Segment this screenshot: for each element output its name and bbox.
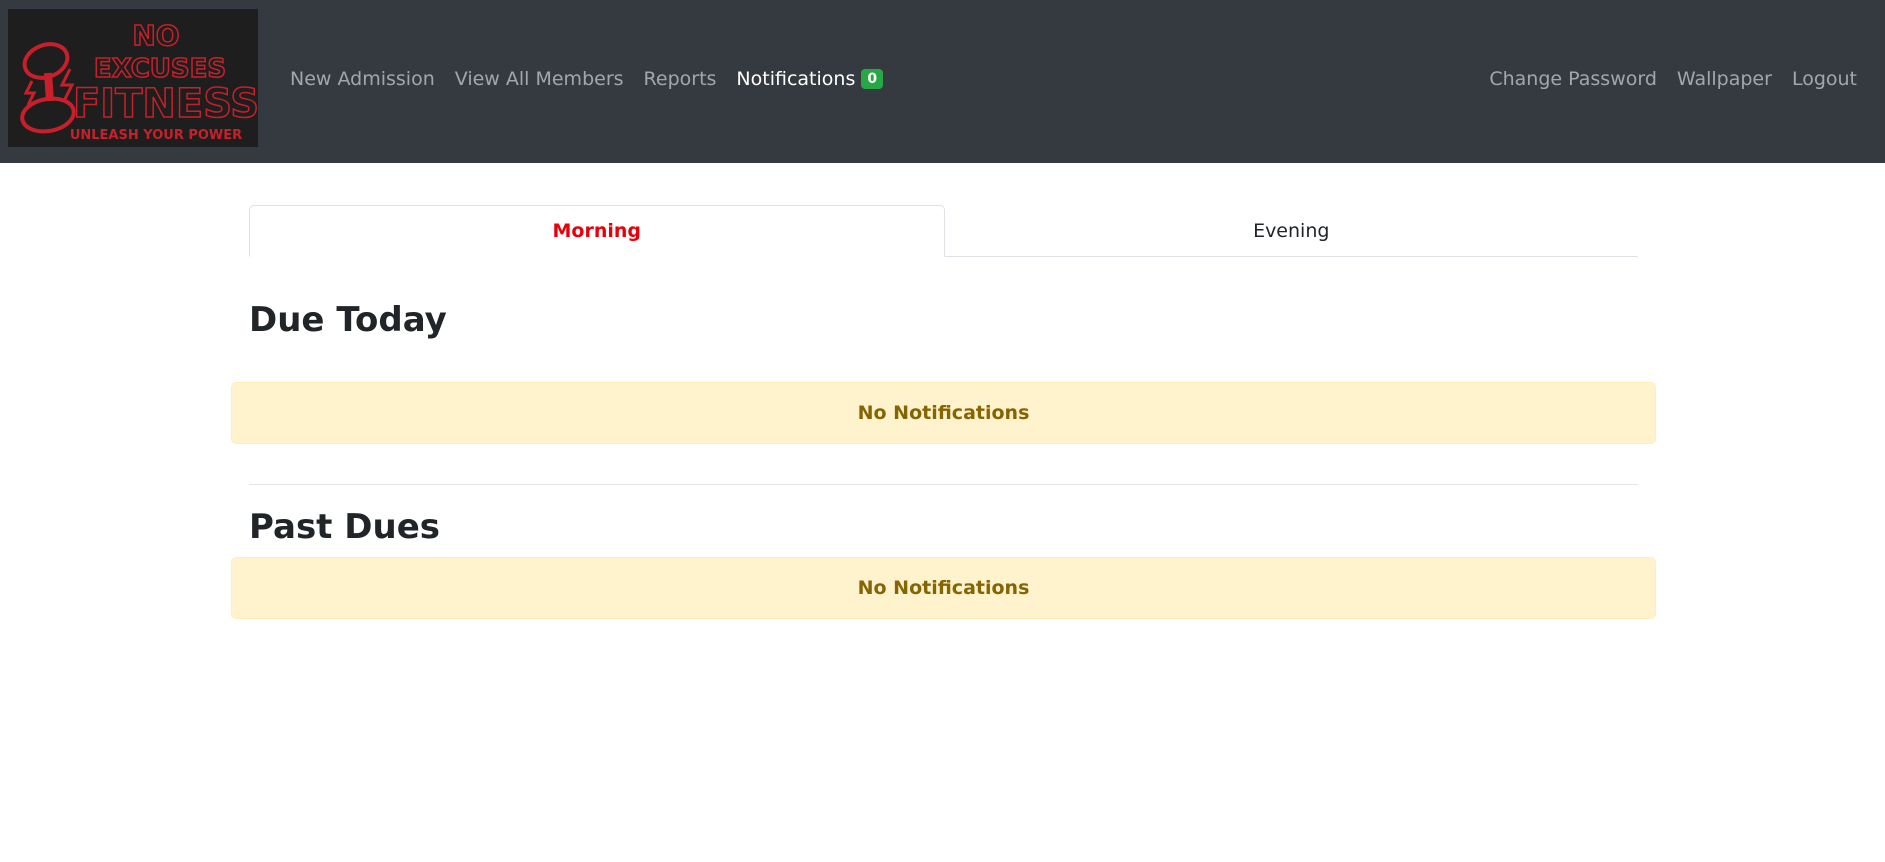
nav-change-password[interactable]: Change Password bbox=[1479, 68, 1667, 90]
tab-evening[interactable]: Evening bbox=[945, 205, 1639, 256]
brand-logo[interactable]: NO EXCUSES FITNESS UNLEASH YOUR POWER bbox=[8, 9, 258, 147]
tab-morning[interactable]: Morning bbox=[249, 205, 945, 257]
nav-notifications[interactable]: Notifications 0 bbox=[726, 68, 893, 90]
svg-text:NO: NO bbox=[132, 19, 179, 52]
past-dues-heading: Past Dues bbox=[249, 507, 441, 547]
past-dues-alert: No Notifications bbox=[231, 557, 1656, 619]
nav-links-left: New Admission View All Members Reports N… bbox=[280, 0, 893, 158]
nav-links-right: Change Password Wallpaper Logout bbox=[1479, 0, 1867, 158]
svg-text:EXCUSES: EXCUSES bbox=[94, 54, 226, 84]
section-divider bbox=[249, 484, 1638, 485]
due-today-alert: No Notifications bbox=[231, 382, 1656, 444]
notification-count-badge: 0 bbox=[861, 69, 884, 89]
dumbbell-logo-icon: NO EXCUSES FITNESS UNLEASH YOUR POWER bbox=[20, 18, 258, 143]
nav-wallpaper[interactable]: Wallpaper bbox=[1667, 68, 1782, 90]
nav-reports[interactable]: Reports bbox=[634, 68, 727, 90]
svg-text:FITNESS: FITNESS bbox=[73, 81, 258, 127]
due-today-heading: Due Today bbox=[249, 300, 447, 340]
nav-notifications-label: Notifications bbox=[736, 68, 856, 90]
top-navbar: NO EXCUSES FITNESS UNLEASH YOUR POWER Ne… bbox=[0, 0, 1885, 163]
svg-text:UNLEASH YOUR POWER: UNLEASH YOUR POWER bbox=[70, 128, 242, 143]
shift-tabs: Morning Evening bbox=[249, 205, 1638, 257]
nav-logout[interactable]: Logout bbox=[1782, 68, 1867, 90]
nav-view-all-members[interactable]: View All Members bbox=[445, 68, 634, 90]
nav-new-admission[interactable]: New Admission bbox=[280, 68, 445, 90]
